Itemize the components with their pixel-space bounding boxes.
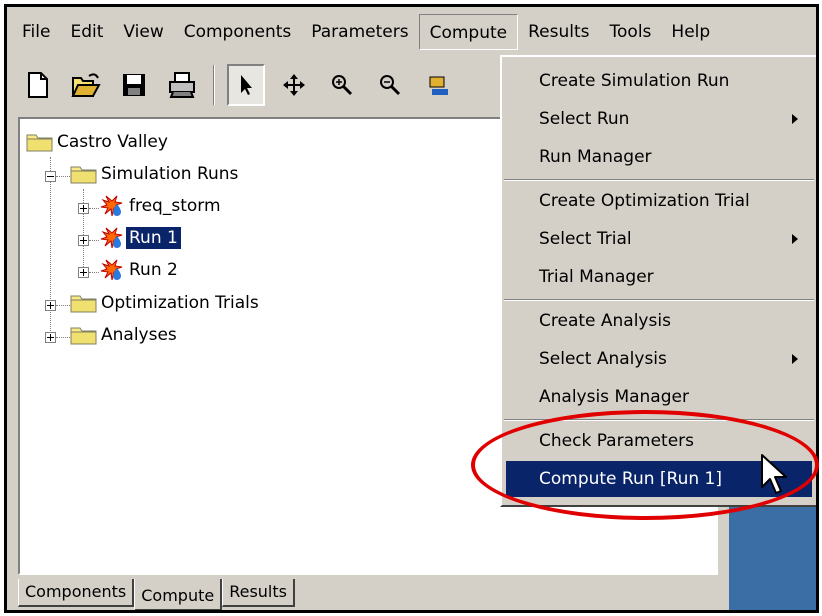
menu-item-label: Select Analysis (539, 349, 667, 369)
menu-parameters[interactable]: Parameters (301, 14, 418, 50)
menu-item-label: Select Trial (539, 229, 632, 249)
move-tool-button[interactable] (275, 64, 313, 106)
menu-item-run-manager[interactable]: Run Manager (506, 139, 812, 175)
menu-item-label: Create Analysis (539, 311, 671, 331)
folder-icon (70, 327, 97, 345)
menu-separator (504, 299, 814, 301)
tree-connector (89, 208, 99, 209)
menu-item-label: Trial Manager (539, 267, 654, 287)
new-button[interactable] (19, 64, 57, 106)
tree-connector (89, 240, 99, 241)
menu-item-select-run[interactable]: Select Run (506, 101, 812, 137)
menu-components[interactable]: Components (174, 14, 302, 50)
menu-item-label: Compute Run [Run 1] (539, 469, 723, 489)
submenu-arrow-icon (792, 114, 798, 124)
menu-item-create-optimization-trial[interactable]: Create Optimization Trial (506, 183, 812, 219)
tree-node-analyses[interactable]: Analyses (70, 320, 180, 350)
menu-item-label: Select Run (539, 109, 630, 129)
component-tool-button[interactable] (419, 64, 457, 106)
menu-bar: File Edit View Components Parameters Com… (7, 7, 816, 57)
menu-item-compute-run[interactable]: Compute Run [Run 1] (506, 461, 812, 497)
select-tool-button[interactable] (227, 64, 265, 106)
expand-icon[interactable] (45, 300, 56, 311)
submenu-arrow-icon (792, 234, 798, 244)
tree-connector (89, 272, 99, 273)
tab-compute[interactable]: Compute (134, 579, 223, 610)
new-icon (28, 72, 48, 98)
menu-view[interactable]: View (113, 14, 173, 50)
simulation-run-icon (100, 195, 123, 217)
application-window: File Edit View Components Parameters Com… (4, 4, 819, 613)
tree-node-run[interactable]: freq_storm (100, 191, 224, 221)
submenu-arrow-icon (792, 354, 798, 364)
expand-icon[interactable] (78, 235, 89, 246)
menu-item-select-analysis[interactable]: Select Analysis (506, 341, 812, 377)
menu-item-create-simulation-run[interactable]: Create Simulation Run (506, 63, 812, 99)
print-button[interactable] (163, 64, 201, 106)
folder-icon (70, 166, 97, 184)
menu-item-analysis-manager[interactable]: Analysis Manager (506, 379, 812, 415)
tab-results[interactable]: Results (222, 579, 295, 607)
expand-icon[interactable] (78, 203, 89, 214)
expand-icon[interactable] (45, 332, 56, 343)
tree-node-root[interactable]: Castro Valley (26, 127, 171, 157)
arrow-pointer-icon (241, 75, 252, 95)
zoom-in-icon (332, 75, 353, 96)
menu-item-label: Run Manager (539, 147, 652, 167)
folder-icon (26, 134, 53, 152)
tree-node-simulation-runs[interactable]: Simulation Runs (70, 159, 241, 189)
simulation-run-icon (100, 259, 123, 281)
zoom-out-button[interactable] (371, 64, 409, 106)
zoom-in-button[interactable] (323, 64, 361, 106)
menu-separator (504, 179, 814, 181)
tree-connector (83, 189, 84, 275)
tree-connector (56, 176, 70, 177)
save-button[interactable] (115, 64, 153, 106)
tree-node-label: Run 1 (125, 226, 182, 250)
tree-node-label: Optimization Trials (101, 293, 259, 313)
tree-node-label: Analyses (101, 325, 177, 345)
menu-item-select-trial[interactable]: Select Trial (506, 221, 812, 257)
tree-node-label: Simulation Runs (101, 164, 239, 184)
menu-help[interactable]: Help (661, 14, 720, 50)
menu-item-label: Analysis Manager (539, 387, 689, 407)
expand-icon[interactable] (78, 267, 89, 278)
menu-file[interactable]: File (12, 14, 60, 50)
tree-node-label: freq_storm (129, 196, 221, 216)
tree-node-label: Run 2 (129, 260, 178, 280)
tab-components[interactable]: Components (18, 579, 135, 607)
zoom-out-icon (380, 75, 401, 96)
tree-node-run-selected[interactable]: Run 1 (100, 223, 182, 253)
menu-edit[interactable]: Edit (60, 14, 113, 50)
tree-node-label: Castro Valley (57, 132, 168, 152)
menu-tools[interactable]: Tools (600, 14, 662, 50)
menu-item-create-analysis[interactable]: Create Analysis (506, 303, 812, 339)
open-folder-icon (71, 73, 101, 97)
menu-item-label: Create Simulation Run (539, 71, 730, 91)
save-icon (123, 74, 145, 96)
menu-compute[interactable]: Compute (418, 14, 519, 50)
open-button[interactable] (67, 64, 105, 106)
tree-connector (50, 157, 51, 339)
menu-item-label: Check Parameters (539, 431, 695, 451)
menu-item-check-parameters[interactable]: Check Parameters (506, 423, 812, 459)
menu-item-label: Create Optimization Trial (539, 191, 750, 211)
menu-item-trial-manager[interactable]: Trial Manager (506, 259, 812, 295)
tree-connector (56, 337, 70, 338)
tree-connector (56, 305, 70, 306)
move-icon (283, 74, 305, 96)
menu-separator (504, 419, 814, 421)
collapse-icon[interactable] (45, 171, 56, 182)
tree-node-optimization-trials[interactable]: Optimization Trials (70, 288, 262, 318)
folder-icon (70, 295, 97, 313)
menu-results[interactable]: Results (518, 14, 599, 50)
compute-menu: Create Simulation Run Select Run Run Man… (500, 55, 816, 507)
toolbar-separator (213, 65, 215, 105)
component-icon (429, 76, 448, 95)
simulation-run-icon (100, 227, 123, 249)
explorer-tabs: Components Compute Results (18, 579, 295, 610)
tree-node-run[interactable]: Run 2 (100, 255, 181, 285)
print-icon (169, 72, 195, 98)
